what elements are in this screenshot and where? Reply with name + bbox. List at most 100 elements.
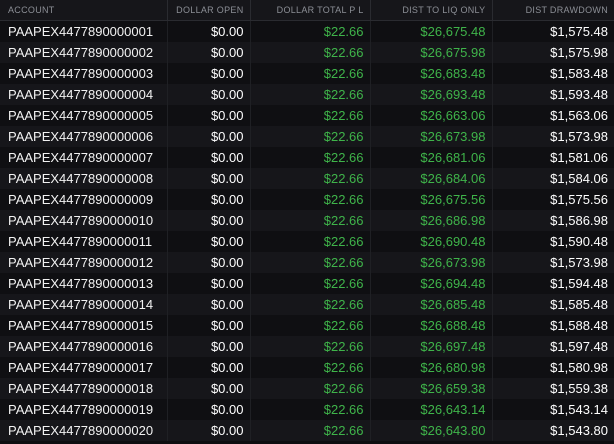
dist-drawdown-cell: $1,543.80	[550, 422, 608, 438]
dist-to-liq-only-cell: $26,685.48	[370, 293, 493, 315]
dollar-total-pl-cell: $22.66	[250, 335, 371, 357]
table-row[interactable]: PAAPEX4477890000012 $0.00 $22.66 $26,673.98…	[0, 251, 614, 273]
account-cell: PAAPEX4477890000010	[0, 209, 168, 231]
dist-drawdown-cell: $1,559.38	[550, 380, 608, 396]
dist-to-liq-only-cell: $26,690.48	[370, 230, 493, 252]
dist-drawdown-cell: $1,590.48	[550, 233, 608, 249]
column-header-dollar-open[interactable]: DOLLAR OPEN	[167, 0, 251, 21]
dollar-open-cell: $0.00	[167, 41, 251, 63]
account-cell: PAAPEX4477890000016	[0, 335, 168, 357]
dollar-total-pl-cell: $22.66	[250, 398, 371, 420]
table-row[interactable]: PAAPEX4477890000019 $0.00 $22.66 $26,643.14…	[0, 398, 614, 420]
dist-to-liq-only-cell: $26,686.98	[370, 209, 493, 231]
dist-drawdown-cell: $1,594.48	[550, 275, 608, 291]
account-cell: PAAPEX4477890000005	[0, 104, 168, 126]
column-header-account[interactable]: ACCOUNT	[0, 0, 168, 21]
dist-to-liq-only-cell: $26,675.56	[370, 188, 493, 210]
dollar-open-cell: $0.00	[167, 62, 251, 84]
dollar-open-cell: $0.00	[167, 230, 251, 252]
table-row[interactable]: PAAPEX4477890000016 $0.00 $22.66 $26,697.48…	[0, 335, 614, 357]
dollar-open-cell: $0.00	[167, 104, 251, 126]
account-cell: PAAPEX4477890000008	[0, 167, 168, 189]
dist-to-liq-only-cell: $26,693.48	[370, 83, 493, 105]
table-row[interactable]: PAAPEX4477890000004 $0.00 $22.66 $26,693.48…	[0, 83, 614, 105]
account-cell: PAAPEX4477890000001	[0, 20, 168, 42]
table-row[interactable]: PAAPEX4477890000018 $0.00 $22.66 $26,659.38…	[0, 377, 614, 399]
dollar-open-cell: $0.00	[167, 83, 251, 105]
dollar-open-cell: $0.00	[167, 335, 251, 357]
dist-drawdown-cell: $1,580.98	[550, 359, 608, 375]
dollar-total-pl-cell: $22.66	[250, 41, 371, 63]
account-cell: PAAPEX4477890000006	[0, 125, 168, 147]
table-row[interactable]: PAAPEX4477890000013 $0.00 $22.66 $26,694.48…	[0, 272, 614, 294]
dollar-total-pl-cell: $22.66	[250, 146, 371, 168]
dist-to-liq-only-cell: $26,643.80	[370, 419, 493, 441]
dollar-total-pl-cell: $22.66	[250, 83, 371, 105]
account-cell: PAAPEX4477890000019	[0, 398, 168, 420]
table-row[interactable]: PAAPEX4477890000003 $0.00 $22.66 $26,683.48…	[0, 62, 614, 84]
dollar-open-cell: $0.00	[167, 251, 251, 273]
dist-drawdown-cell: $1,584.06	[550, 170, 608, 186]
dist-to-liq-only-cell: $26,663.06	[370, 104, 493, 126]
dist-drawdown-cell: $1,573.98	[550, 128, 608, 144]
table-row[interactable]: PAAPEX4477890000011 $0.00 $22.66 $26,690.48…	[0, 230, 614, 252]
account-cell: PAAPEX4477890000013	[0, 272, 168, 294]
table-row[interactable]: PAAPEX4477890000017 $0.00 $22.66 $26,680.98…	[0, 356, 614, 378]
dollar-total-pl-cell: $22.66	[250, 356, 371, 378]
table-row[interactable]: PAAPEX4477890000009 $0.00 $22.66 $26,675.56…	[0, 188, 614, 210]
account-cell: PAAPEX4477890000015	[0, 314, 168, 336]
column-header-dollar-total-pl[interactable]: DOLLAR TOTAL P L	[250, 0, 371, 21]
table-header: ACCOUNT DOLLAR OPEN DOLLAR TOTAL P L DIS…	[0, 0, 614, 21]
dist-to-liq-only-cell: $26,684.06	[370, 167, 493, 189]
dollar-open-cell: $0.00	[167, 272, 251, 294]
dollar-open-cell: $0.00	[167, 419, 251, 441]
dollar-total-pl-cell: $22.66	[250, 272, 371, 294]
dist-to-liq-only-cell: $26,675.98	[370, 41, 493, 63]
dollar-open-cell: $0.00	[167, 293, 251, 315]
dollar-total-pl-cell: $22.66	[250, 251, 371, 273]
table-row[interactable]: PAAPEX4477890000010 $0.00 $22.66 $26,686.98…	[0, 209, 614, 231]
table-row[interactable]: PAAPEX4477890000006 $0.00 $22.66 $26,673.98…	[0, 125, 614, 147]
dollar-total-pl-cell: $22.66	[250, 167, 371, 189]
dollar-open-cell: $0.00	[167, 377, 251, 399]
table-row[interactable]: PAAPEX4477890000002 $0.00 $22.66 $26,675.98…	[0, 41, 614, 63]
dist-drawdown-cell: $1,585.48	[550, 296, 608, 312]
dist-to-liq-only-cell: $26,659.38	[370, 377, 493, 399]
dist-drawdown-cell: $1,597.48	[550, 338, 608, 354]
account-cell: PAAPEX4477890000003	[0, 62, 168, 84]
dist-drawdown-cell: $1,575.56	[550, 191, 608, 207]
table-row[interactable]: PAAPEX4477890000005 $0.00 $22.66 $26,663.06…	[0, 104, 614, 126]
dist-to-liq-only-cell: $26,681.06	[370, 146, 493, 168]
account-cell: PAAPEX4477890000011	[0, 230, 168, 252]
column-header-dist-to-liq-only[interactable]: DIST TO LIQ ONLY	[370, 0, 493, 21]
dollar-open-cell: $0.00	[167, 146, 251, 168]
dist-to-liq-only-cell: $26,694.48	[370, 272, 493, 294]
dollar-open-cell: $0.00	[167, 125, 251, 147]
dollar-open-cell: $0.00	[167, 188, 251, 210]
dist-drawdown-cell: $1,543.14	[550, 401, 608, 417]
dist-drawdown-cell: $1,586.98	[550, 212, 608, 228]
table-row[interactable]: PAAPEX4477890000014 $0.00 $22.66 $26,685.48…	[0, 293, 614, 315]
table-body: PAAPEX4477890000001 $0.00 $22.66 $26,675.48…	[0, 20, 614, 441]
dist-drawdown-cell: $1,593.48	[550, 86, 608, 102]
column-header-dist-drawdown[interactable]: DIST DRAWDOWN	[492, 0, 614, 21]
dollar-open-cell: $0.00	[167, 167, 251, 189]
table-row[interactable]: PAAPEX4477890000007 $0.00 $22.66 $26,681.06…	[0, 146, 614, 168]
dist-drawdown-cell: $1,575.98	[550, 44, 608, 60]
table-row[interactable]: PAAPEX4477890000015 $0.00 $22.66 $26,688.48…	[0, 314, 614, 336]
dist-to-liq-only-cell: $26,683.48	[370, 62, 493, 84]
dollar-total-pl-cell: $22.66	[250, 104, 371, 126]
account-cell: PAAPEX4477890000012	[0, 251, 168, 273]
account-cell: PAAPEX4477890000017	[0, 356, 168, 378]
table-row[interactable]: PAAPEX4477890000020 $0.00 $22.66 $26,643.80…	[0, 419, 614, 441]
dollar-total-pl-cell: $22.66	[250, 125, 371, 147]
dist-to-liq-only-cell: $26,688.48	[370, 314, 493, 336]
accounts-table: ACCOUNT DOLLAR OPEN DOLLAR TOTAL P L DIS…	[0, 0, 614, 441]
dist-to-liq-only-cell: $26,673.98	[370, 125, 493, 147]
dist-drawdown-cell: $1,573.98	[550, 254, 608, 270]
table-row[interactable]: PAAPEX4477890000008 $0.00 $22.66 $26,684.06…	[0, 167, 614, 189]
account-cell: PAAPEX4477890000018	[0, 377, 168, 399]
dollar-total-pl-cell: $22.66	[250, 314, 371, 336]
table-row[interactable]: PAAPEX4477890000001 $0.00 $22.66 $26,675.48…	[0, 20, 614, 42]
dollar-total-pl-cell: $22.66	[250, 377, 371, 399]
